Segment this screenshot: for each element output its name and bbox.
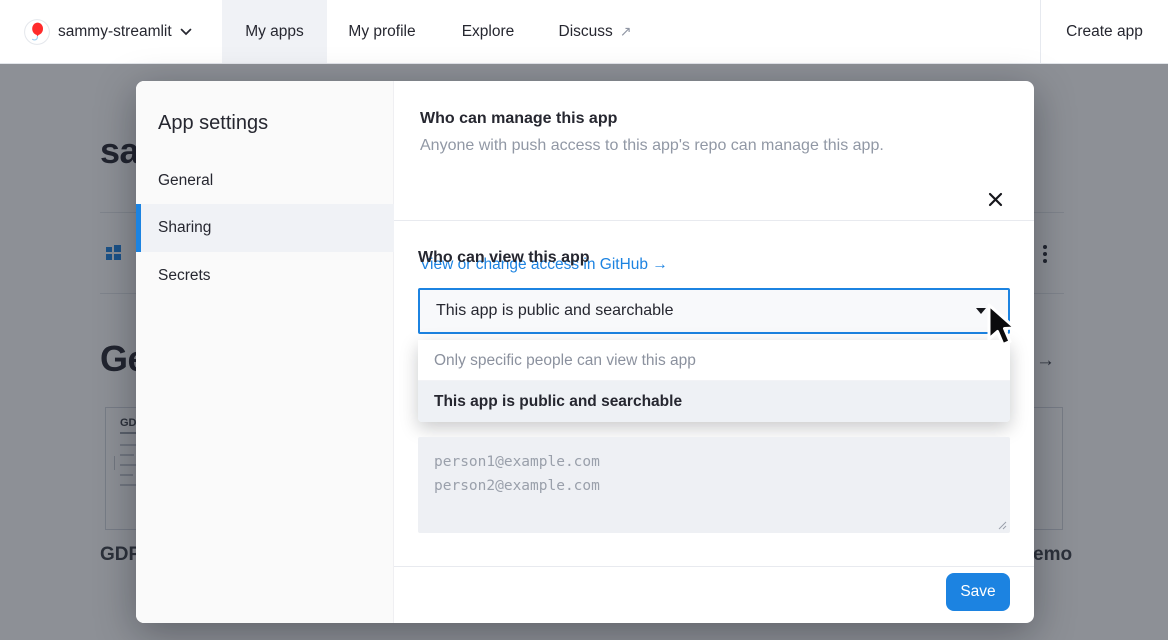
arrow-right-icon: → <box>652 256 668 273</box>
tab-my-profile-label: My profile <box>348 23 415 41</box>
streamlit-balloon-avatar <box>24 19 50 45</box>
settings-sidebar: App settings General Sharing Secrets <box>136 81 394 623</box>
view-section-heading: Who can view this app <box>418 249 590 267</box>
footer-divider <box>394 566 1034 567</box>
tab-my-apps-label: My apps <box>245 23 304 41</box>
tab-discuss[interactable]: Discuss ↗ <box>539 0 651 63</box>
textarea-resize-handle[interactable] <box>998 521 1007 530</box>
manage-section-heading: Who can manage this app <box>420 110 617 128</box>
dropdown-option-specific-people-label: Only specific people can view this app <box>434 352 696 369</box>
tab-explore[interactable]: Explore <box>437 0 539 63</box>
dropdown-option-public-searchable-label: This app is public and searchable <box>434 393 682 410</box>
app-settings-modal: App settings General Sharing Secrets Who… <box>136 81 1034 623</box>
manage-section-description: Anyone with push access to this app's re… <box>420 137 884 155</box>
save-button[interactable]: Save <box>946 573 1010 611</box>
dropdown-option-public-searchable[interactable]: This app is public and searchable <box>418 381 1010 422</box>
viewer-access-select[interactable]: This app is public and searchable <box>418 288 1010 334</box>
section-divider <box>394 220 1034 221</box>
tab-explore-label: Explore <box>462 23 515 41</box>
dropdown-option-specific-people[interactable]: Only specific people can view this app <box>418 340 1010 381</box>
viewer-access-select-value: This app is public and searchable <box>436 302 976 320</box>
external-link-icon: ↗ <box>620 23 632 40</box>
sidebar-item-secrets-label: Secrets <box>158 267 211 284</box>
viewer-emails-textarea[interactable] <box>418 437 1010 533</box>
viewer-access-dropdown: Only specific people can view this app T… <box>418 340 1010 422</box>
sidebar-item-general[interactable]: General <box>136 157 394 205</box>
create-app-label: Create app <box>1066 23 1143 41</box>
close-icon <box>988 192 1003 207</box>
sidebar-item-sharing[interactable]: Sharing <box>136 204 394 252</box>
sidebar-item-sharing-label: Sharing <box>158 219 211 236</box>
workspace-switcher[interactable]: sammy-streamlit <box>24 0 192 63</box>
settings-title: App settings <box>158 112 268 135</box>
mouse-cursor <box>986 303 1020 349</box>
sharing-panel: Who can manage this app Anyone with push… <box>394 81 1034 623</box>
caret-down-icon <box>976 308 986 314</box>
tab-my-profile[interactable]: My profile <box>327 0 437 63</box>
close-button[interactable] <box>980 184 1010 214</box>
tab-discuss-label: Discuss <box>559 23 613 41</box>
sidebar-item-general-label: General <box>158 172 213 189</box>
chevron-down-icon <box>180 28 192 36</box>
create-app-button[interactable]: Create app <box>1041 0 1168 63</box>
workspace-name: sammy-streamlit <box>58 23 172 41</box>
top-navbar: sammy-streamlit My apps My profile Explo… <box>0 0 1168 64</box>
tab-my-apps[interactable]: My apps <box>222 0 327 63</box>
sidebar-item-secrets[interactable]: Secrets <box>136 252 394 300</box>
